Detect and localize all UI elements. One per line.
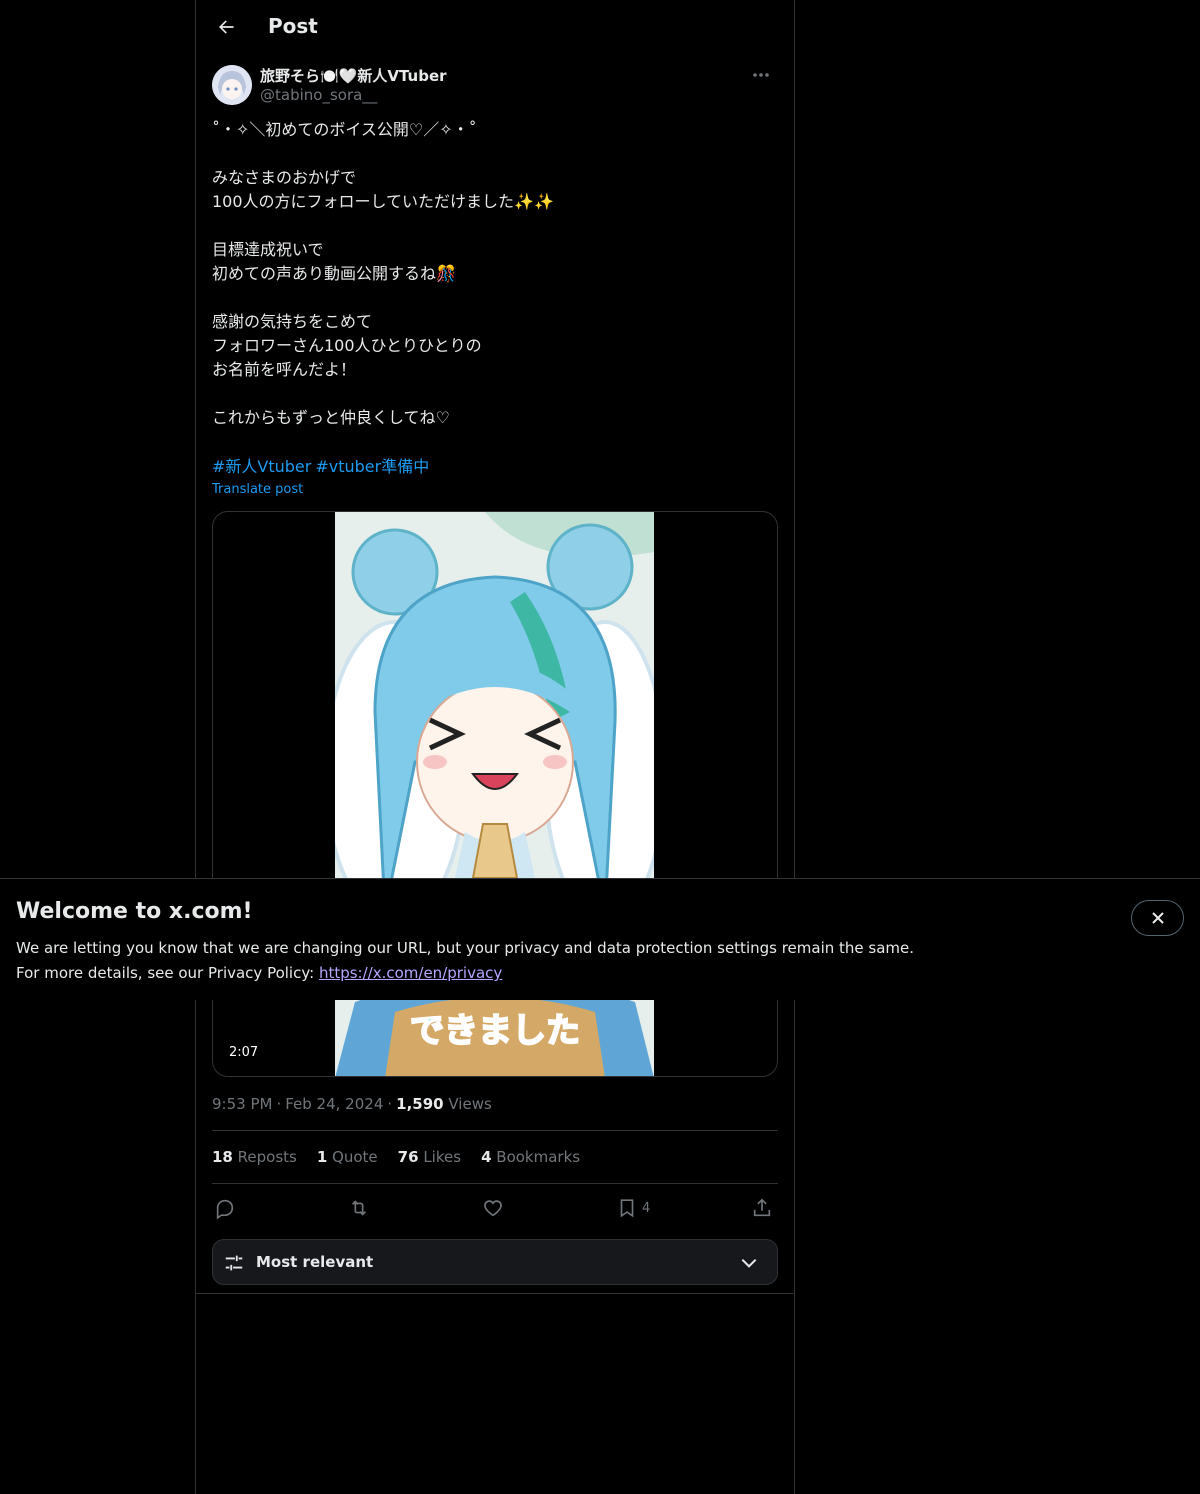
repost-icon [351,1200,367,1216]
privacy-policy-link[interactable]: https://x.com/en/privacy [319,964,502,982]
likes-stat[interactable]: 76 Likes [398,1148,461,1166]
post-meta: 9:53 PM · Feb 24, 2024 · 1,590 Views [212,1095,492,1113]
translate-post-link[interactable]: Translate post [212,482,303,497]
post-line: ˚・✧＼初めてのボイス公開♡／✧・˚ [212,120,477,139]
quotes-label: Quote [332,1148,378,1166]
hashtag-link[interactable]: #新人Vtuber [212,457,311,476]
welcome-banner: Welcome to x.com! We are letting you kno… [0,878,1200,1000]
post-line: これからもずっと仲良くしてね♡ [212,408,450,427]
bookmarks-stat[interactable]: 4 Bookmarks [481,1148,580,1166]
post-date[interactable]: Feb 24, 2024 [285,1095,383,1113]
post-line: 感謝の気持ちをこめて [212,312,373,331]
banner-text: We are letting you know that we are chan… [16,936,914,986]
bookmarks-count: 4 [481,1148,492,1166]
repost-button[interactable] [348,1190,370,1226]
more-icon [753,73,769,77]
bookmark-icon [620,1199,634,1218]
post-stats: 18 Reposts 1 Quote 76 Likes 4 Bookmarks [212,1148,580,1166]
reply-button[interactable] [214,1190,236,1226]
divider [212,1183,778,1184]
post-line: お名前を呼んだよ！ [212,360,357,379]
bookmark-button[interactable]: 4 [616,1190,650,1226]
bookmarks-label: Bookmarks [496,1148,581,1166]
post-text: ˚・✧＼初めてのボイス公開♡／✧・˚ みなさまのおかげで 100人の方にフォロー… [212,118,778,430]
post-line: みなさまのおかげで [212,168,357,187]
post-line [212,214,778,238]
reply-icon [216,1199,234,1219]
hashtag-link[interactable]: #vtuber準備中 [315,457,429,476]
post-line [212,286,778,310]
page-header: Post [196,0,794,54]
close-icon [1151,912,1164,924]
post-line: 目標達成祝いで [212,240,324,259]
main-column: Post 旅野そら🍽️🤍新人VTuber @tabino_sora__ ˚・✧＼… [195,0,795,1494]
reposts-stat[interactable]: 18 Reposts [212,1148,297,1166]
post-line: フォロワーさん100人ひとりひとりの [212,336,482,355]
share-button[interactable] [751,1190,773,1226]
views-label: Views [448,1095,492,1113]
author-display-name[interactable]: 旅野そら🍽️🤍新人VTuber [260,65,447,86]
avatar-image [212,65,252,105]
video-duration: 2:07 [225,1043,263,1062]
close-banner-button[interactable] [1131,900,1184,936]
banner-line: We are letting you know that we are chan… [16,939,915,957]
likes-count: 76 [397,1148,419,1166]
post-author: 旅野そら🍽️🤍新人VTuber @tabino_sora__ [212,64,778,108]
avatar[interactable] [212,65,252,105]
author-handle[interactable]: @tabino_sora__ [260,86,377,104]
reposts-label: Reposts [237,1148,297,1166]
post-time[interactable]: 9:53 PM [212,1095,272,1113]
more-options-button[interactable] [744,64,778,86]
like-icon [484,1200,502,1217]
banner-line: For more details, see our Privacy Policy… [16,961,914,986]
bookmark-count: 4 [642,1200,651,1216]
quotes-stat[interactable]: 1 Quote [317,1148,378,1166]
replies-sort-dropdown[interactable]: Most relevant [212,1239,778,1285]
like-button[interactable] [482,1190,504,1226]
video-caption-text: できました [410,1011,580,1051]
action-bar: 4 [212,1190,778,1226]
divider [196,1293,794,1294]
reposts-count: 18 [212,1148,233,1166]
post-line: 初めての声あり動画公開するね🎊 [212,264,456,283]
quotes-count: 1 [316,1148,328,1166]
banner-line-prefix: For more details, see our Privacy Policy… [16,964,319,982]
chevron-down-icon [741,1258,757,1268]
sort-label: Most relevant [256,1253,374,1271]
post-line: 100人の方にフォローしていただけました✨✨ [212,192,554,211]
post-line [212,382,778,406]
views-count: 1,590 [396,1095,444,1113]
post-line [212,142,778,166]
sliders-icon [225,1255,243,1271]
divider [212,1130,778,1131]
page-title: Post [268,14,318,38]
likes-label: Likes [423,1148,462,1166]
post-hashtags: #新人Vtuber #vtuber準備中 [212,455,433,479]
banner-title: Welcome to x.com! [16,899,253,924]
share-icon [753,1198,771,1217]
back-arrow-icon [219,20,234,34]
back-button[interactable] [208,9,244,45]
